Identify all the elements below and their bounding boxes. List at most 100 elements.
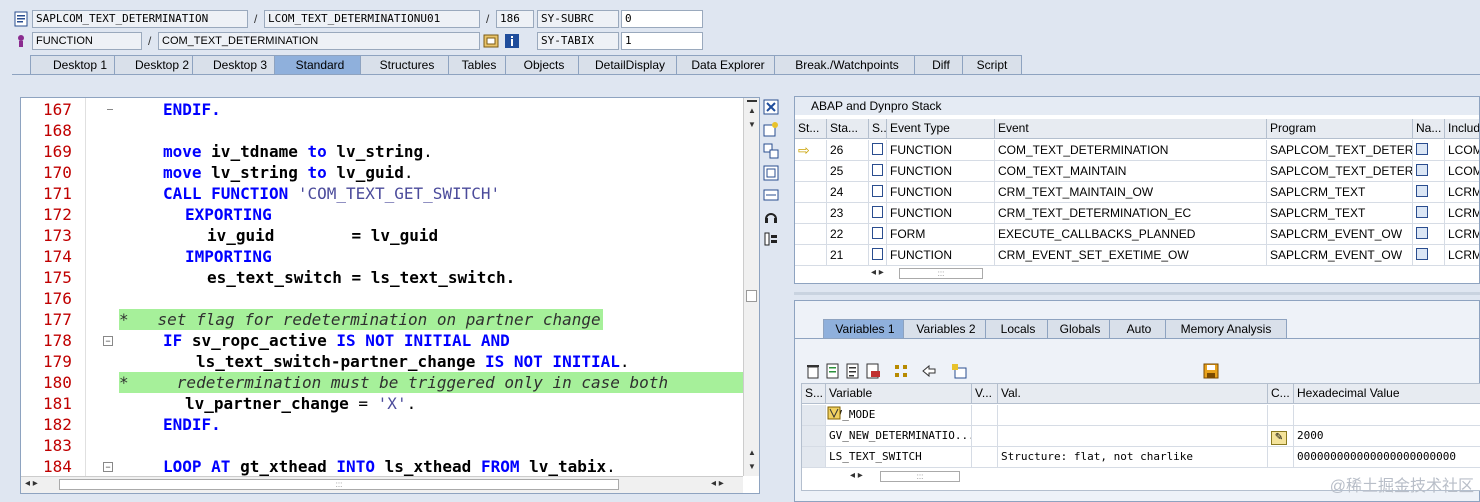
navigate-icon[interactable] [1413,140,1445,161]
var1-name-field[interactable]: SY-SUBRC [537,10,619,28]
column-header[interactable]: Includ [1445,119,1479,139]
tool-settings-icon[interactable] [763,231,779,247]
variable-value[interactable] [998,426,1268,447]
column-header[interactable]: St... [795,119,827,139]
tab-diff[interactable]: Diff [914,55,968,74]
new-window-icon[interactable] [951,363,967,379]
stack-event[interactable]: COM_TEXT_DETERMINATION [995,140,1267,161]
details-icon[interactable] [825,363,841,379]
stack-event[interactable]: COM_TEXT_MAINTAIN [995,161,1267,182]
variable-value[interactable] [998,405,1268,426]
stack-include[interactable]: LCRM_ [1445,224,1479,245]
hierarchy-icon[interactable] [893,363,909,379]
stack-include[interactable]: LCOM_ [1445,161,1479,182]
navigate-icon[interactable] [1413,224,1445,245]
navigate-back-icon[interactable] [921,363,937,379]
edit-pencil-icon[interactable]: ✎ [1268,426,1294,447]
tab-structures[interactable]: Structures [360,55,454,74]
delete-icon[interactable] [805,363,821,379]
save-icon[interactable] [1203,363,1219,379]
source-icon[interactable] [869,245,887,266]
services-icon[interactable] [763,209,779,225]
source-icon[interactable] [869,203,887,224]
stack-program[interactable]: SAPLCOM_TEXT_DETER... [1267,140,1413,161]
maximize-icon[interactable] [763,165,779,181]
column-header[interactable]: Val. [998,384,1268,404]
stack-event-type[interactable]: FUNCTION [887,161,995,182]
stack-event[interactable]: CRM_TEXT_MAINTAIN_OW [995,182,1267,203]
stack-event-type[interactable]: FUNCTION [887,245,995,266]
tab-breakpoints[interactable]: Break./Watchpoints [774,55,920,74]
tab-auto[interactable]: Auto [1109,319,1169,338]
column-header[interactable]: Event [995,119,1267,139]
column-header[interactable]: C... [1268,384,1294,404]
tab-globals[interactable]: Globals [1047,319,1113,338]
tab-tables[interactable]: Tables [448,55,510,74]
stack-event-type[interactable]: FUNCTION [887,140,995,161]
navigate-icon[interactable] [483,33,499,49]
tab-script[interactable]: Script [962,55,1022,74]
info-icon[interactable] [504,33,520,49]
close-icon[interactable] [763,99,779,115]
variable-name[interactable]: GV_NEW_DETERMINATIO... [826,426,972,447]
navigate-icon[interactable] [1413,203,1445,224]
editor-vertical-scrollbar[interactable]: ▲ ▼ ▲ ▼ [743,98,759,476]
column-header[interactable]: Sta... [827,119,869,139]
fold-toggle-icon[interactable]: − [103,462,113,472]
stack-program[interactable]: SAPLCRM_TEXT [1267,182,1413,203]
var2-value-field[interactable]: 1 [621,32,703,50]
variable-name[interactable]: LS_TEXT_SWITCH [826,447,972,468]
tab-standard[interactable]: Standard [274,55,366,74]
stack-include[interactable]: LCOM_ [1445,140,1479,161]
code-editor[interactable]: 167 ENDIF. 168 169 move iv_tdname to lv_… [20,97,760,494]
source-icon[interactable] [869,182,887,203]
column-header[interactable]: Event Type [887,119,995,139]
var2-name-field[interactable]: SY-TABIX [537,32,619,50]
tab-variables-1[interactable]: Variables 1 [823,319,907,338]
stack-program[interactable]: SAPLCOM_TEXT_DETER... [1267,161,1413,182]
export-icon[interactable] [865,363,881,379]
editor-horizontal-scrollbar[interactable]: ◂ ▸ ::: ◂ ▸ [21,476,743,493]
variable-value[interactable]: Structure: flat, not charlike [998,447,1268,468]
source-icon[interactable] [869,224,887,245]
swap-tool-icon[interactable] [763,143,779,159]
stack-include[interactable]: LCRM_ [1445,245,1479,266]
column-header[interactable]: Variable [826,384,972,404]
tab-variables-2[interactable]: Variables 2 [903,319,989,338]
tab-objects[interactable]: Objects [505,55,583,74]
tab-memory-analysis[interactable]: Memory Analysis [1165,319,1287,338]
stack-event-type[interactable]: FORM [887,224,995,245]
navigate-icon[interactable] [1413,245,1445,266]
stack-event[interactable]: EXECUTE_CALLBACKS_PLANNED [995,224,1267,245]
stack-event-type[interactable]: FUNCTION [887,203,995,224]
var1-value-field[interactable]: 0 [621,10,703,28]
source-icon[interactable] [869,161,887,182]
tab-data-explorer[interactable]: Data Explorer [676,55,780,74]
variable-name[interactable]: LV_MODE [826,405,972,426]
row-selector[interactable] [802,405,826,426]
navigate-icon[interactable] [1413,182,1445,203]
stack-program[interactable]: SAPLCRM_EVENT_OW [1267,224,1413,245]
navigate-icon[interactable] [1413,161,1445,182]
stack-program[interactable]: SAPLCRM_EVENT_OW [1267,245,1413,266]
fold-toggle-icon[interactable]: − [103,336,113,346]
column-header[interactable]: S... [869,119,887,139]
tab-detaildisplay[interactable]: DetailDisplay [578,55,682,74]
tab-locals[interactable]: Locals [985,319,1051,338]
column-header[interactable]: Na... [1413,119,1445,139]
row-selector[interactable] [802,447,826,468]
stack-event[interactable]: CRM_TEXT_DETERMINATION_EC [995,203,1267,224]
row-selector[interactable] [802,426,826,447]
stack-event-type[interactable]: FUNCTION [887,182,995,203]
list-icon[interactable] [845,363,861,379]
stack-include[interactable]: LCRM_ [1445,182,1479,203]
column-header[interactable]: Program [1267,119,1413,139]
stack-horizontal-scrollbar[interactable]: ◂ ▸ ::: [871,267,1479,281]
stack-include[interactable]: LCRM_ [1445,203,1479,224]
stack-program[interactable]: SAPLCRM_TEXT [1267,203,1413,224]
column-header[interactable]: S... [802,384,826,404]
column-header[interactable]: Hexadecimal Value [1294,384,1480,404]
resize-icon[interactable] [763,187,779,203]
source-icon[interactable] [869,140,887,161]
stack-event[interactable]: CRM_EVENT_SET_EXETIME_OW [995,245,1267,266]
